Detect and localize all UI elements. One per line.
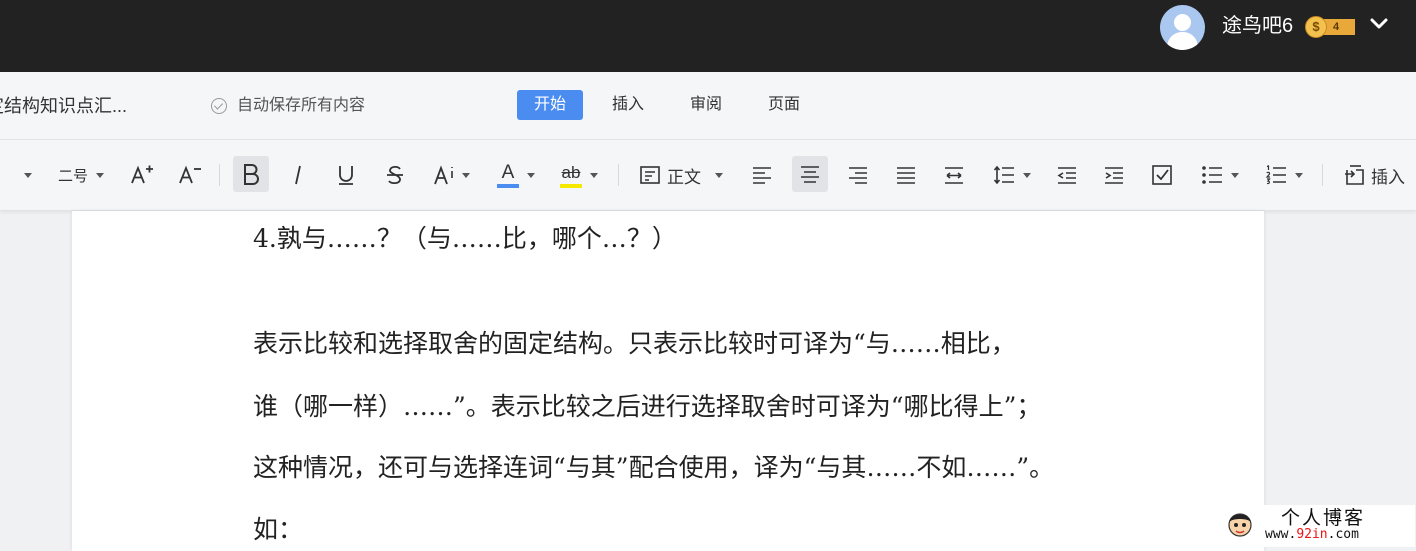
checkbox-icon (1152, 165, 1172, 185)
font-increase-icon (131, 165, 153, 184)
increase-font-size-button[interactable] (126, 140, 158, 210)
caret-down-icon (715, 172, 723, 178)
user-avatar[interactable] (1160, 5, 1205, 50)
caret-down-icon (590, 172, 598, 178)
highlight-dropdown[interactable]: ab (553, 140, 605, 210)
tab-review[interactable]: 审阅 (679, 90, 733, 120)
caret-down-icon (461, 172, 470, 178)
font-color-label: A (501, 161, 515, 183)
underline-button[interactable] (331, 140, 361, 210)
caret-down-icon (1231, 172, 1239, 178)
coin-badge: $ 4 (1305, 16, 1355, 38)
font-family-dropdown[interactable] (18, 140, 38, 210)
autosave-text: 自动保存所有内容 (237, 97, 366, 114)
tab-start[interactable]: 开始 (517, 90, 583, 120)
insert-label: 插入 (1371, 167, 1405, 187)
align-right-button[interactable] (842, 140, 874, 210)
top-bar: 途鸟吧6 $ 4 (0, 0, 1416, 72)
bullet-list-icon (1202, 166, 1222, 184)
caret-down-icon (1295, 172, 1303, 178)
paragraph-line[interactable]: 这种情况，还可与选择连词“与其”配合使用，译为“与其……不如……”。 (253, 452, 1054, 484)
caret-down-icon (527, 172, 535, 178)
distributed-align-button[interactable] (938, 140, 970, 210)
formatting-toolbar: 二号 A ab 正文 插入 (0, 140, 1416, 211)
user-menu-chevron-icon[interactable] (1369, 16, 1389, 32)
strikethrough-button[interactable] (380, 140, 410, 210)
check-circle-icon (211, 98, 227, 114)
toolbar-divider (618, 164, 619, 186)
distribute-icon (945, 167, 963, 184)
line-spacing-dropdown[interactable] (986, 140, 1038, 210)
coin-icon: $ (1305, 16, 1327, 38)
font-size-dropdown[interactable]: 二号 (50, 140, 112, 210)
coin-count: 4 (1333, 21, 1340, 33)
cartoon-face-icon (1228, 513, 1252, 537)
insert-icon (1345, 165, 1364, 185)
text-style-icon (640, 166, 660, 184)
document-title[interactable]: 定结构知识点汇... (0, 94, 127, 118)
line-spacing-icon (993, 165, 1014, 185)
username[interactable]: 途鸟吧6 (1222, 13, 1293, 39)
align-center-button[interactable] (792, 156, 828, 192)
strikethrough-icon (387, 165, 403, 185)
tab-insert[interactable]: 插入 (601, 90, 655, 120)
align-left-icon (753, 167, 771, 184)
justify-button[interactable] (890, 140, 922, 210)
site-watermark: 个人博客 www.92in.com (1225, 505, 1415, 547)
watermark-url: www.92in.com (1265, 527, 1359, 542)
toolbar-divider (1322, 164, 1323, 186)
bold-icon (244, 164, 259, 185)
document-header: 定结构知识点汇... 自动保存所有内容 开始 插入 审阅 页面 (0, 72, 1416, 140)
font-color-dropdown[interactable]: A (490, 140, 542, 210)
caret-down-icon (96, 172, 104, 178)
superscript-icon (433, 165, 453, 185)
italic-button[interactable] (283, 140, 313, 210)
superscript-dropdown[interactable] (428, 140, 474, 210)
document-heading[interactable]: 4.孰与……？（与……比，哪个…？） (253, 223, 677, 255)
numbered-list-icon (1265, 165, 1286, 185)
paragraph-style-dropdown[interactable]: 正文 (630, 140, 732, 210)
outdent-icon (1057, 167, 1076, 184)
decrease-font-size-button[interactable] (174, 140, 206, 210)
paragraph-style-value: 正文 (667, 167, 701, 187)
align-right-icon (849, 167, 867, 184)
align-left-button[interactable] (746, 140, 778, 210)
paragraph-line[interactable]: 谁（哪一样）……”。表示比较之后进行选择取舍时可译为“哪比得上”； (253, 391, 1041, 423)
checklist-button[interactable] (1146, 140, 1178, 210)
caret-down-icon (1023, 172, 1031, 178)
justify-icon (897, 167, 915, 184)
highlight-bar (560, 183, 582, 188)
paragraph-line[interactable]: 如： (253, 514, 303, 546)
indent-icon (1105, 167, 1123, 184)
bold-button[interactable] (233, 156, 269, 192)
font-size-value: 二号 (57, 167, 88, 185)
numbered-list-dropdown[interactable] (1258, 140, 1310, 210)
toolbar-divider (219, 164, 220, 186)
decrease-indent-button[interactable] (1051, 140, 1083, 210)
highlight-label: ab (561, 162, 581, 182)
font-decrease-icon (179, 165, 201, 184)
underline-icon (339, 166, 353, 185)
watermark-title: 个人博客 (1281, 507, 1366, 529)
document-page[interactable]: 4.孰与……？（与……比，哪个…？） 表示比较和选择取舍的固定结构。只表示比较时… (72, 211, 1264, 551)
align-center-icon (801, 166, 819, 183)
paragraph-line[interactable]: 表示比较和选择取舍的固定结构。只表示比较时可译为“与……相比， (253, 328, 1016, 360)
increase-indent-button[interactable] (1098, 140, 1130, 210)
insert-button[interactable]: 插入 (1336, 140, 1412, 210)
font-color-bar (497, 183, 519, 188)
caret-down-icon (24, 172, 32, 178)
bullet-list-dropdown[interactable] (1194, 140, 1246, 210)
italic-icon (295, 165, 301, 185)
tab-page[interactable]: 页面 (757, 90, 811, 120)
